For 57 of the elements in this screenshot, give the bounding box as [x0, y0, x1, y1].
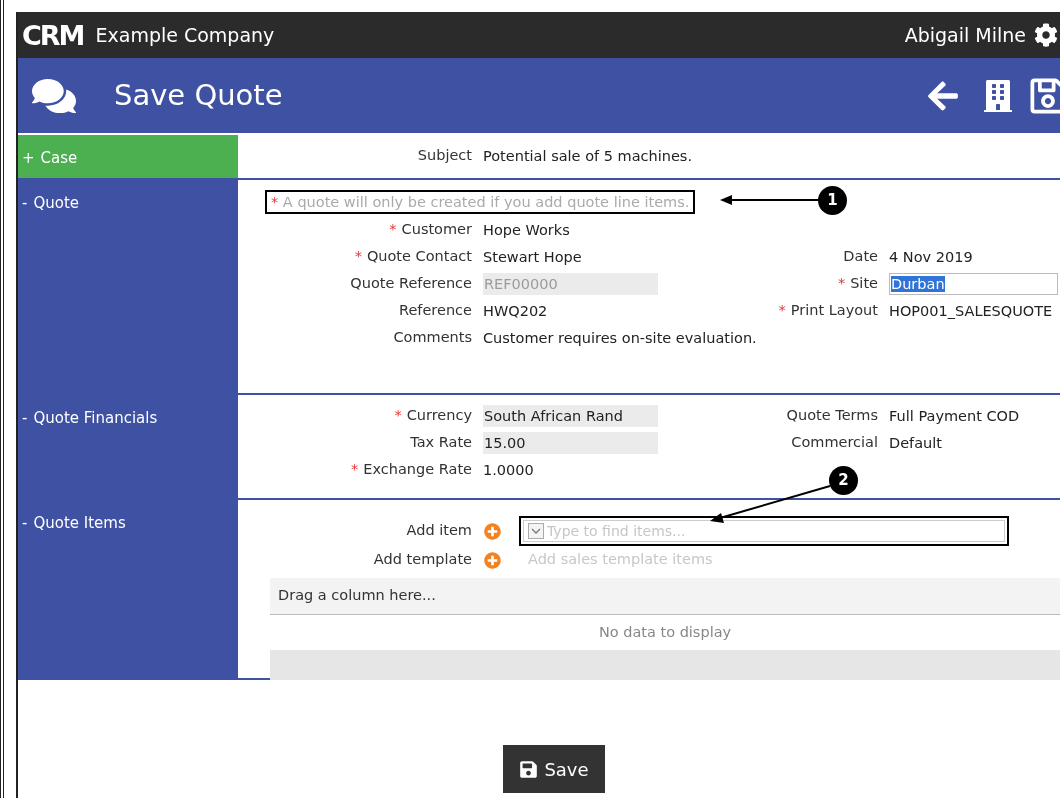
field-label: Currency [406, 406, 472, 426]
search-input[interactable]: Type to find items... [547, 520, 847, 542]
save-icon [519, 759, 539, 779]
field-value: 4 Nov 2019 [889, 248, 974, 267]
empty-message: No data to display [598, 622, 732, 642]
field-label: Quote Terms [786, 406, 878, 426]
required-mark: * [394, 406, 402, 426]
required-mark: * [351, 460, 359, 480]
field-value: Default [889, 434, 943, 453]
item-search-field[interactable]: Type to find items... [523, 520, 1005, 542]
settings-icon[interactable] [1034, 23, 1058, 47]
info-note: * A quote will only be created if you add quote line items. [265, 190, 696, 214]
field-label: Add item [405, 521, 472, 541]
field-value: Stewart Hope [483, 248, 583, 267]
readonly-field: 15.00 [483, 432, 658, 454]
selected-text: Durban [891, 276, 945, 292]
add-icon[interactable] [484, 551, 501, 569]
callout-number: 2 [829, 466, 858, 495]
field-value: HWQ202 [483, 302, 549, 321]
section-tab[interactable]: - Quote [18, 180, 238, 393]
field-label: Print Layout [790, 301, 878, 321]
field-label: Commercial [791, 433, 878, 453]
field-value: Full Payment COD [889, 407, 1021, 426]
readonly-field: South African Rand [483, 405, 658, 427]
section-tab[interactable]: - Quote Items [18, 500, 238, 678]
field-value: Potential sale of 5 machines. [483, 147, 693, 166]
group-panel: Drag a column here... [270, 578, 1060, 615]
field-label: Reference [398, 301, 472, 321]
field-value: Hope Works [483, 221, 570, 240]
field-label: Site [850, 274, 878, 294]
add-icon[interactable] [484, 522, 501, 540]
company-name: Example Company [95, 22, 275, 48]
field-label: Tax Rate [410, 433, 472, 453]
required-mark: * [837, 274, 846, 294]
field-label: Comments [393, 328, 472, 348]
field-label: Customer [401, 220, 472, 240]
section-tab[interactable]: - Quote Financials [18, 395, 238, 498]
field-label: Quote Reference [350, 274, 472, 294]
logo: CRM [22, 21, 84, 49]
save-button[interactable]: Save [503, 745, 605, 793]
field-label: Exchange Rate [363, 460, 472, 480]
field-value: HOP001_SALESQUOTE [889, 302, 1054, 321]
required-mark: * [354, 247, 362, 267]
page-title: Save Quote [114, 76, 283, 114]
user-name[interactable]: Abigail Milne [904, 20, 1026, 50]
field-label: Quote Contact [366, 247, 472, 267]
field-value: Customer requires on-site evaluation. [483, 329, 757, 348]
callout-number: 1 [818, 186, 847, 215]
required-mark: * [778, 301, 786, 321]
field-value: 1.0000 [483, 461, 534, 480]
dropdown-icon[interactable] [528, 523, 544, 539]
input-field[interactable]: Durban [889, 273, 1058, 295]
field-label: Date [843, 247, 878, 267]
building-icon[interactable] [984, 77, 1012, 114]
field-label: Add template [372, 550, 472, 570]
field-label: Subject [417, 146, 472, 166]
required-mark: * [389, 220, 397, 240]
